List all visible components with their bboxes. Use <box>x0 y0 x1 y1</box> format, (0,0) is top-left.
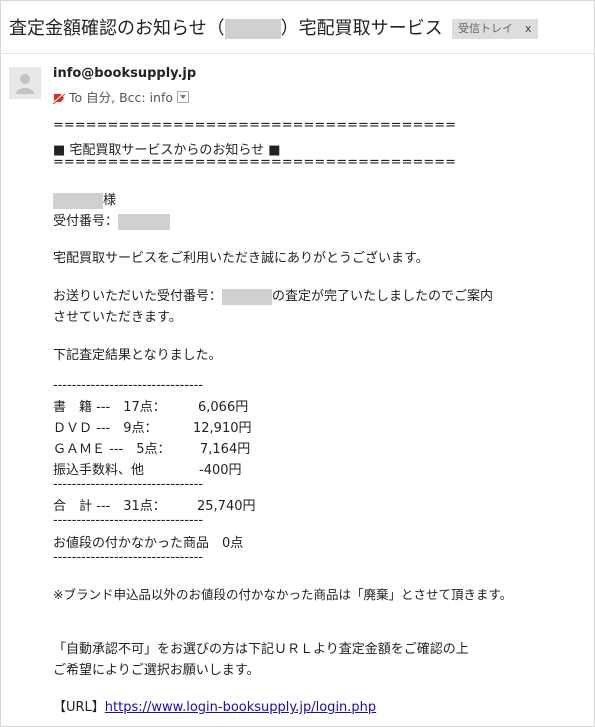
rule-bottom: ===================================== <box>53 155 457 170</box>
completed-line: お送りいただいた受付番号： の査定が完了いたしましたのでご案内 <box>53 285 493 305</box>
avatar <box>9 67 41 99</box>
item-label-fee: 振込手数料、他 <box>53 463 145 478</box>
completed-prefix: お送りいただいた受付番号： <box>53 289 223 304</box>
result-intro: 下記査定結果となりました。 <box>53 348 222 363</box>
addressee-line: 様 <box>53 189 116 209</box>
item-label-dvd: ＤＶＤ --- 9点： <box>53 421 158 436</box>
completed-line-2: させていただきます。 <box>53 310 182 325</box>
person-icon <box>16 74 34 94</box>
importance-marker-icon[interactable] <box>52 92 66 107</box>
inbox-label-text: 受信トレイ <box>458 22 513 35</box>
redacted-receipt-number-2 <box>222 288 273 305</box>
total-label: 合 計 --- 31点： <box>53 499 166 514</box>
sender-email[interactable]: info@booksupply.jp <box>53 66 196 81</box>
honorific: 様 <box>103 193 117 208</box>
url-line: 【URL】https://www.login-booksupply.jp/log… <box>53 696 376 715</box>
brand-note: ※ブランド申込品以外のお値段の付かなかった商品は「廃棄」とさせて頂きます。 <box>53 587 513 602</box>
item-amount-books: 6,066円 <box>198 400 249 415</box>
recipients-text: To 自分, Bcc: info <box>69 90 174 105</box>
completed-suffix: の査定が完了いたしましたのでご案内 <box>272 289 494 304</box>
dash-rule-3: -------------------------------- <box>53 513 204 528</box>
no-value-items: お値段の付かなかった商品 0点 <box>53 536 244 551</box>
subject-suffix: ）宅配買取サービス <box>280 18 443 39</box>
login-url-link[interactable]: https://www.login-booksupply.jp/login.ph… <box>105 700 376 715</box>
subject-prefix: 査定金額確認のお知らせ（ <box>9 18 225 39</box>
dash-rule-1: -------------------------------- <box>53 378 204 393</box>
item-amount-dvd: 12,910円 <box>193 421 252 436</box>
redacted-receipt-number <box>118 213 171 230</box>
inbox-label[interactable]: 受信トレイ x <box>452 19 538 39</box>
item-amount-fee: -400円 <box>199 463 242 478</box>
dash-rule-2: -------------------------------- <box>53 477 204 492</box>
item-amount-game: 7,164円 <box>200 442 251 457</box>
receipt-number-line: 受付番号： <box>53 210 171 230</box>
chevron-down-icon[interactable] <box>177 91 190 103</box>
item-label-game: ＧＡＭＥ --- 5点： <box>53 442 171 457</box>
rule-top: ===================================== <box>53 118 457 133</box>
url-label: 【URL】 <box>53 700 105 715</box>
email-header: 査定金額確認のお知らせ（ ）宅配買取サービス 受信トレイ x <box>0 0 595 54</box>
thanks-text: 宅配買取サービスをご利用いただき誠にありがとうございます。 <box>53 251 429 266</box>
receipt-number-label: 受付番号： <box>53 214 119 229</box>
manual-approval-line-1: 「自動承認不可」をお選びの方は下記ＵＲＬより査定金額をご確認の上 <box>53 642 469 657</box>
redacted-name <box>224 19 281 39</box>
total-amount: 25,740円 <box>197 499 256 514</box>
manual-approval-line-2: ご希望によりご選択お願いします。 <box>53 663 260 678</box>
email-subject: 査定金額確認のお知らせ（ ）宅配買取サービス <box>9 14 443 40</box>
dash-rule-4: -------------------------------- <box>53 550 204 565</box>
remove-label-icon[interactable]: x <box>525 22 532 35</box>
recipients-line: To 自分, Bcc: info <box>52 87 190 107</box>
email-frame <box>0 0 595 727</box>
item-label-books: 書 籍 --- 17点： <box>53 400 166 415</box>
redacted-customer-name <box>53 192 103 209</box>
